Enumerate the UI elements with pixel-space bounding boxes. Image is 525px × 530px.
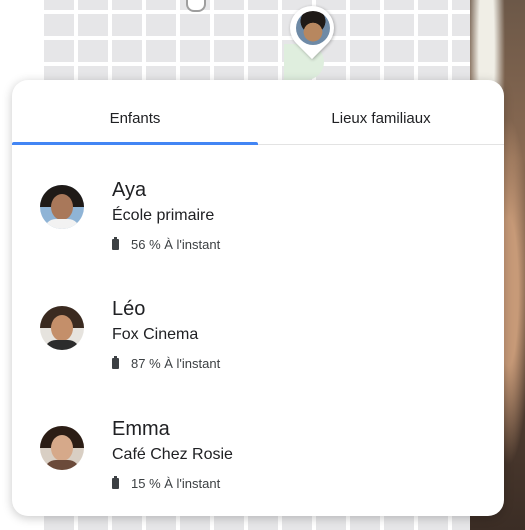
last-update-time: À l'instant: [164, 476, 221, 491]
child-item-leo[interactable]: Léo Fox Cinema 87 % À l'instant: [12, 298, 504, 398]
tab-family-places[interactable]: Lieux familiaux: [258, 80, 504, 144]
child-location: École primaire: [112, 207, 215, 224]
battery-icon: [112, 237, 119, 250]
tab-children[interactable]: Enfants: [12, 80, 258, 144]
map-marker-dot: [186, 0, 206, 12]
child-status: 15 % À l'instant: [112, 476, 220, 491]
map-pin-avatar: [296, 11, 330, 45]
child-status: 56 % À l'instant: [112, 237, 220, 252]
avatar: [40, 426, 84, 470]
child-status: 87 % À l'instant: [112, 356, 220, 371]
battery-icon: [112, 476, 119, 489]
battery-icon: [112, 356, 119, 369]
child-item-aya[interactable]: Aya École primaire 56 % À l'instant: [12, 179, 504, 279]
last-update-time: À l'instant: [164, 356, 221, 371]
child-name: Aya: [112, 179, 147, 201]
last-update-time: À l'instant: [164, 237, 221, 252]
avatar: [40, 306, 84, 350]
child-name: Emma: [112, 418, 170, 440]
battery-level: 15 %: [131, 476, 161, 491]
battery-level: 87 %: [131, 356, 161, 371]
tab-indicator: [12, 142, 258, 145]
avatar: [40, 185, 84, 229]
child-location: Fox Cinema: [112, 326, 199, 343]
children-card: Enfants Lieux familiaux Aya École primai…: [12, 80, 504, 516]
child-location: Café Chez Rosie: [112, 446, 233, 463]
child-item-emma[interactable]: Emma Café Chez Rosie 15 % À l'instant: [12, 418, 504, 516]
tab-bar: Enfants Lieux familiaux: [12, 80, 504, 145]
battery-level: 56 %: [131, 237, 161, 252]
child-name: Léo: [112, 298, 146, 320]
